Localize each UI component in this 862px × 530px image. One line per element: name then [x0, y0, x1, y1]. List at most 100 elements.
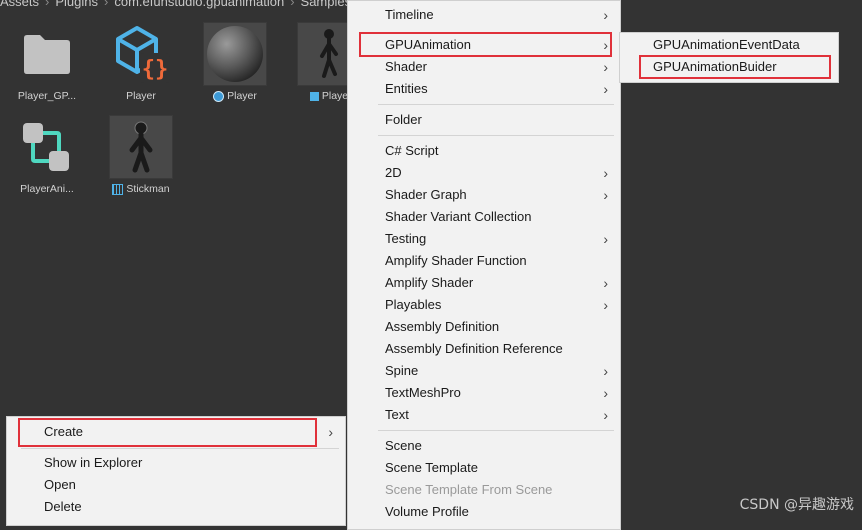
menu-item-label: Scene Template	[385, 460, 478, 475]
prefab-variant-icon: {}	[109, 22, 173, 86]
menu-item-assembly-definition[interactable]: Assembly Definition	[348, 316, 620, 338]
chevron-right-icon: ›	[603, 297, 608, 313]
menu-item-label: Text	[385, 407, 409, 422]
asset-label: PlayerAni...	[20, 183, 74, 195]
gpuanimation-submenu: GPUAnimationEventData GPUAnimationBuider	[619, 32, 839, 83]
prefab-icon	[309, 91, 319, 101]
chevron-right-icon: ›	[603, 59, 608, 75]
menu-item-assembly-definition-reference[interactable]: Assembly Definition Reference	[348, 338, 620, 360]
menu-item-create[interactable]: Create ›	[7, 421, 345, 443]
menu-item-gpuanimationeventdata[interactable]: GPUAnimationEventData	[620, 34, 838, 56]
menu-item-label: Timeline	[385, 7, 434, 22]
menu-item-scene[interactable]: Scene	[348, 435, 620, 457]
asset-label: Player_GP...	[17, 90, 77, 102]
asset-label: Stickman	[126, 183, 170, 195]
menu-item-label: Show in Explorer	[44, 455, 143, 470]
breadcrumb-item-samples[interactable]: Samples	[301, 0, 352, 9]
menu-item-timeline[interactable]: Timeline ›	[348, 4, 620, 26]
asset-mesh-stickman[interactable]: Stickman	[102, 115, 180, 195]
menu-item-label: Delete	[44, 499, 82, 514]
menu-item-c-script[interactable]: C# Script	[348, 140, 620, 162]
chevron-right-icon: ›	[328, 424, 333, 440]
menu-item-amplify-shader[interactable]: Amplify Shader ›	[348, 272, 620, 294]
menu-item-volume-profile[interactable]: Volume Profile	[348, 501, 620, 523]
chevron-right-icon: ›	[603, 385, 608, 401]
menu-item-label: Entities	[385, 81, 428, 96]
asset-animator-playerani[interactable]: PlayerAni...	[8, 115, 86, 195]
breadcrumb-separator: ›	[104, 0, 109, 9]
mesh-grid-icon	[112, 183, 124, 195]
asset-label: Playe	[321, 90, 349, 102]
chevron-right-icon: ›	[603, 407, 608, 423]
menu-item-spine[interactable]: Spine ›	[348, 360, 620, 382]
menu-item-label: Playables	[385, 297, 442, 312]
menu-item-label: GPUAnimationEventData	[653, 37, 800, 52]
menu-separator	[378, 104, 614, 105]
folder-icon	[15, 22, 79, 86]
menu-item-label: Testing	[385, 231, 427, 246]
chevron-right-icon: ›	[603, 363, 608, 379]
menu-item-label: Assembly Definition Reference	[385, 341, 563, 356]
menu-item-label: 2D	[385, 165, 402, 180]
menu-item-scene-template-from-scene: Scene Template From Scene	[348, 479, 620, 501]
breadcrumb: Assets › Plugins › com.efunstudio.gpuani…	[0, 0, 352, 9]
menu-item-show-in-explorer[interactable]: Show in Explorer	[7, 452, 345, 474]
chevron-right-icon: ›	[603, 165, 608, 181]
breadcrumb-item-plugins[interactable]: Plugins	[55, 0, 98, 9]
create-submenu: Timeline › GPUAnimation › Shader › Entities › Fo…	[347, 0, 621, 530]
menu-item-label: TextMeshPro	[385, 385, 461, 400]
menu-item-testing[interactable]: Testing ›	[348, 228, 620, 250]
menu-item-shader[interactable]: Shader ›	[348, 56, 620, 78]
menu-item-label: Shader	[385, 59, 427, 74]
chevron-right-icon: ›	[603, 7, 608, 23]
asset-material-player[interactable]: Player	[196, 22, 274, 102]
menu-separator	[378, 430, 614, 431]
menu-item-playables[interactable]: Playables ›	[348, 294, 620, 316]
chevron-right-icon: ›	[603, 37, 608, 53]
menu-item-text[interactable]: Text ›	[348, 404, 620, 426]
chevron-right-icon: ›	[603, 187, 608, 203]
breadcrumb-separator: ›	[290, 0, 295, 9]
menu-item-label: Create	[44, 424, 84, 439]
svg-text:{}: {}	[142, 57, 169, 82]
menu-item-shader-variant-collection[interactable]: Shader Variant Collection	[348, 206, 620, 228]
menu-item-amplify-shader-function[interactable]: Amplify Shader Function	[348, 250, 620, 272]
menu-item-open[interactable]: Open	[7, 474, 345, 496]
menu-item-shader-graph[interactable]: Shader Graph ›	[348, 184, 620, 206]
asset-prefab-player[interactable]: {} Player	[102, 22, 180, 102]
menu-item-entities[interactable]: Entities ›	[348, 78, 620, 100]
menu-item-label: Shader Variant Collection	[385, 209, 532, 224]
menu-separator	[21, 448, 339, 449]
menu-item-label: Open	[44, 477, 76, 492]
menu-item-textmeshpro[interactable]: TextMeshPro ›	[348, 382, 620, 404]
menu-item-2d[interactable]: 2D ›	[348, 162, 620, 184]
menu-item-label: Scene Template From Scene	[385, 482, 553, 497]
menu-item-label: GPUAnimationBuider	[653, 59, 777, 74]
menu-item-label: Amplify Shader Function	[385, 253, 527, 268]
asset-folder-player-gp[interactable]: Player_GP...	[8, 22, 86, 102]
menu-item-label: Volume Profile	[385, 504, 469, 519]
menu-item-delete[interactable]: Delete	[7, 496, 345, 518]
menu-item-label: Folder	[385, 112, 422, 127]
material-icon	[213, 90, 225, 102]
watermark: CSDN @异趣游戏	[739, 497, 854, 513]
menu-item-label: Amplify Shader	[385, 275, 474, 290]
chevron-right-icon: ›	[603, 275, 608, 291]
menu-item-gpuanimationbuider[interactable]: GPUAnimationBuider	[620, 56, 838, 78]
breadcrumb-separator: ›	[45, 0, 50, 9]
material-sphere-icon	[203, 22, 267, 86]
chevron-right-icon: ›	[603, 81, 608, 97]
asset-label: Player	[126, 90, 156, 102]
breadcrumb-item-package[interactable]: com.efunstudio.gpuanimation	[114, 0, 284, 9]
menu-item-folder[interactable]: Folder	[348, 109, 620, 131]
asset-label: Player	[227, 90, 257, 102]
chevron-right-icon: ›	[603, 231, 608, 247]
menu-separator	[378, 135, 614, 136]
breadcrumb-item-assets[interactable]: Assets	[0, 0, 39, 9]
menu-item-gpuanimation[interactable]: GPUAnimation ›	[348, 34, 620, 56]
mesh-icon	[109, 115, 173, 179]
context-menu: Create › Show in Explorer Open Delete	[6, 416, 346, 526]
menu-item-scene-template[interactable]: Scene Template	[348, 457, 620, 479]
menu-item-label: Assembly Definition	[385, 319, 500, 334]
menu-item-label: Spine	[385, 363, 419, 378]
